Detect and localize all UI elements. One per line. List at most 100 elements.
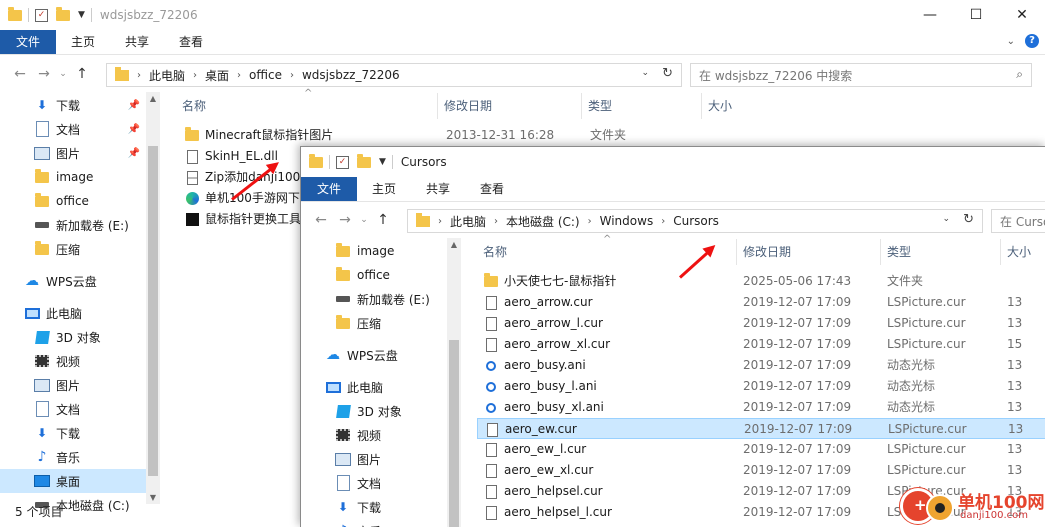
nav-item[interactable]: 文档📌 <box>0 117 146 141</box>
pin-icon[interactable]: 📌 <box>128 100 140 111</box>
tab-share[interactable]: 共享 <box>411 177 465 201</box>
search-input[interactable]: 在 Cursors 中搜索 <box>991 209 1045 233</box>
quick-access-dropdown-icon[interactable]: ▼ <box>379 157 386 167</box>
nav-item[interactable]: 压缩 <box>301 311 447 335</box>
nav-item[interactable]: image <box>301 239 447 263</box>
breadcrumb-item[interactable]: wdsjsbzz_72206 <box>302 68 400 82</box>
nav-item[interactable]: 新加载卷 (E:) <box>301 287 447 311</box>
nav-item[interactable]: 新加载卷 (E:) <box>0 213 146 237</box>
refresh-icon[interactable]: ↻ <box>662 66 673 81</box>
nav-item[interactable]: 视频 <box>301 423 447 447</box>
scroll-up-icon[interactable]: ▲ <box>146 94 160 103</box>
navigation-scrollbar[interactable]: ▲ <box>447 238 461 527</box>
nav-item[interactable]: ☁WPS云盘 <box>0 269 146 293</box>
file-row[interactable]: aero_arrow.cur2019-12-07 17:09LSPicture.… <box>477 292 1045 313</box>
file-row[interactable]: aero_busy_xl.ani2019-12-07 17:09动态光标13 <box>477 397 1045 418</box>
tab-file[interactable]: 文件 <box>0 30 56 54</box>
new-folder-icon[interactable] <box>357 157 371 168</box>
scrollbar-thumb[interactable] <box>449 340 459 527</box>
column-size[interactable]: 大小 <box>702 93 802 119</box>
file-row[interactable]: 小天使七七-鼠标指针2025-05-06 17:43文件夹 <box>477 271 1045 292</box>
nav-item[interactable]: ⬇下载 <box>0 421 146 445</box>
file-row[interactable]: Minecraft鼠标指针图片2013-12-31 16:28文件夹 <box>178 125 1038 146</box>
address-bar[interactable]: › 此电脑 › 桌面 › office › wdsjsbzz_72206 ⌄ ↻ <box>106 63 682 87</box>
tab-view[interactable]: 查看 <box>465 177 519 201</box>
nav-item[interactable]: image <box>0 165 146 189</box>
back-button[interactable]: ← <box>8 66 32 82</box>
forward-button[interactable]: → <box>333 212 357 228</box>
nav-item[interactable]: office <box>301 263 447 287</box>
breadcrumb-item[interactable]: 此电脑 <box>450 213 486 230</box>
nav-item[interactable]: ⬇下载📌 <box>0 93 146 117</box>
scroll-up-icon[interactable]: ▲ <box>447 240 461 249</box>
expand-ribbon-icon[interactable]: ⌄ <box>1007 36 1015 47</box>
column-type[interactable]: 类型 <box>582 93 702 119</box>
tab-share[interactable]: 共享 <box>110 30 164 54</box>
address-dropdown-icon[interactable]: ⌄ <box>641 68 649 78</box>
nav-item[interactable]: 此电脑 <box>301 375 447 399</box>
nav-item[interactable]: 文档 <box>0 397 146 421</box>
nav-item[interactable]: 3D 对象 <box>0 325 146 349</box>
recent-locations-icon[interactable]: ⌄ <box>357 215 371 225</box>
nav-item[interactable]: ⬇下载 <box>301 495 447 519</box>
maximize-button[interactable]: ☐ <box>953 0 999 30</box>
column-name[interactable]: 名称 <box>176 93 438 119</box>
tab-view[interactable]: 查看 <box>164 30 218 54</box>
navigation-scrollbar[interactable]: ▲ ▼ <box>146 92 160 504</box>
tab-file[interactable]: 文件 <box>301 177 357 201</box>
breadcrumb-item[interactable]: 此电脑 <box>149 67 185 84</box>
forward-button[interactable]: → <box>32 66 56 82</box>
nav-item[interactable]: 桌面 <box>0 469 146 493</box>
tab-home[interactable]: 主页 <box>56 30 110 54</box>
scroll-down-icon[interactable]: ▼ <box>146 493 160 502</box>
ribbon-tabs: 文件 主页 共享 查看 ⌄ ? <box>0 30 1045 55</box>
breadcrumb-item[interactable]: office <box>249 68 282 82</box>
pin-icon[interactable]: 📌 <box>128 124 140 135</box>
up-button[interactable]: ↑ <box>371 212 395 228</box>
file-row[interactable]: aero_arrow_xl.cur2019-12-07 17:09LSPictu… <box>477 334 1045 355</box>
properties-icon[interactable]: ✓ <box>35 9 48 22</box>
address-dropdown-icon[interactable]: ⌄ <box>942 214 950 224</box>
new-folder-icon[interactable] <box>56 10 70 21</box>
nav-item[interactable]: 压缩 <box>0 237 146 261</box>
nav-item[interactable]: 此电脑 <box>0 301 146 325</box>
back-button[interactable]: ← <box>309 212 333 228</box>
nav-item[interactable]: 文档 <box>301 471 447 495</box>
pin-icon[interactable]: 📌 <box>128 148 140 159</box>
close-button[interactable]: ✕ <box>999 0 1045 30</box>
minimize-button[interactable]: — <box>907 0 953 30</box>
up-button[interactable]: ↑ <box>70 66 94 82</box>
breadcrumb-item[interactable]: Windows <box>600 214 654 228</box>
nav-item[interactable]: ☁WPS云盘 <box>301 343 447 367</box>
nav-item[interactable]: 3D 对象 <box>301 399 447 423</box>
help-icon[interactable]: ? <box>1025 34 1039 48</box>
address-bar[interactable]: › 此电脑 › 本地磁盘 (C:) › Windows › Cursors ⌄ … <box>407 209 983 233</box>
nav-item[interactable]: ♪音乐 <box>0 445 146 469</box>
scrollbar-thumb[interactable] <box>148 146 158 476</box>
column-size[interactable]: 大小 <box>1001 239 1045 265</box>
tab-home[interactable]: 主页 <box>357 177 411 201</box>
nav-item[interactable]: office <box>0 189 146 213</box>
properties-icon[interactable]: ✓ <box>336 156 349 169</box>
file-row[interactable]: aero_arrow_l.cur2019-12-07 17:09LSPictur… <box>477 313 1045 334</box>
file-row[interactable]: aero_busy_l.ani2019-12-07 17:09动态光标13 <box>477 376 1045 397</box>
refresh-icon[interactable]: ↻ <box>963 212 974 227</box>
column-date[interactable]: 修改日期 <box>438 93 582 119</box>
nav-item[interactable]: 图片 <box>301 447 447 471</box>
file-row[interactable]: aero_ew_xl.cur2019-12-07 17:09LSPicture.… <box>477 460 1045 481</box>
file-type: LSPicture.cur <box>887 460 1001 481</box>
column-type[interactable]: 类型 <box>881 239 1001 265</box>
quick-access-dropdown-icon[interactable]: ▼ <box>78 10 85 20</box>
file-row[interactable]: aero_ew_l.cur2019-12-07 17:09LSPicture.c… <box>477 439 1045 460</box>
breadcrumb-item[interactable]: 本地磁盘 (C:) <box>506 213 580 230</box>
search-input[interactable]: 在 wdsjsbzz_72206 中搜索 ⌕ <box>690 63 1032 87</box>
column-date[interactable]: 修改日期 <box>737 239 881 265</box>
nav-item[interactable]: 视频 <box>0 349 146 373</box>
recent-locations-icon[interactable]: ⌄ <box>56 69 70 79</box>
nav-item[interactable]: 图片📌 <box>0 141 146 165</box>
nav-item[interactable]: 图片 <box>0 373 146 397</box>
breadcrumb-item[interactable]: Cursors <box>673 214 719 228</box>
file-row[interactable]: aero_ew.cur2019-12-07 17:09LSPicture.cur… <box>477 418 1045 439</box>
file-row[interactable]: aero_busy.ani2019-12-07 17:09动态光标13 <box>477 355 1045 376</box>
breadcrumb-item[interactable]: 桌面 <box>205 67 229 84</box>
